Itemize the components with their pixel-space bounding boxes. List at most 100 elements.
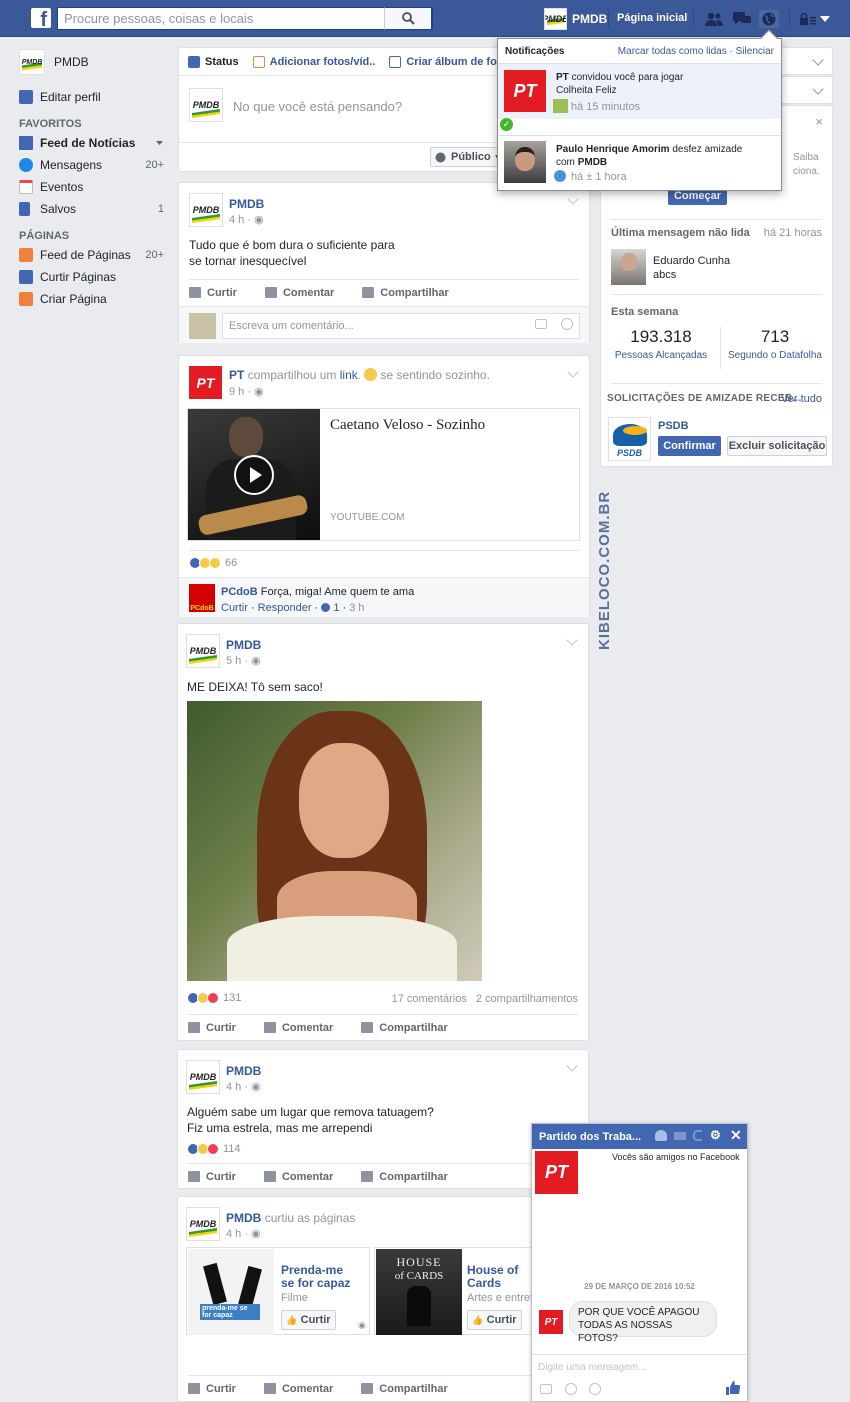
profile-avatar[interactable]: PMDB: [544, 8, 567, 30]
post-author[interactable]: PT: [229, 368, 244, 382]
account-menu-chevron-down-icon[interactable]: [818, 10, 832, 28]
comment-input[interactable]: Escreva um comentário...: [222, 313, 580, 339]
comment-button[interactable]: Comentar: [263, 1171, 333, 1183]
like-button[interactable]: Curtir: [188, 1383, 236, 1395]
phone-icon[interactable]: [693, 1130, 702, 1141]
post-photo[interactable]: [187, 701, 482, 981]
notifications-globe-icon[interactable]: [759, 10, 779, 28]
unread-name[interactable]: Eduardo Cunha: [653, 255, 730, 267]
chevron-down-icon[interactable]: [812, 54, 824, 66]
close-icon[interactable]: ✕: [730, 1127, 742, 1144]
composer-input[interactable]: No que você está pensando?: [233, 99, 402, 114]
post-author[interactable]: PMDB: [229, 197, 264, 211]
sidebar-item-pages-feed[interactable]: Feed de Páginas 20+: [19, 244, 167, 266]
camera-icon[interactable]: [540, 1384, 552, 1394]
emoji-icon[interactable]: [565, 1383, 577, 1395]
post-avatar[interactable]: PMDB: [189, 193, 223, 227]
sidebar-item-like-pages[interactable]: Curtir Páginas: [19, 266, 167, 288]
facebook-logo-icon[interactable]: f: [31, 8, 51, 28]
camera-icon[interactable]: [535, 319, 547, 329]
comment-author[interactable]: PCdoB: [221, 586, 258, 598]
eduardo-avatar[interactable]: [611, 249, 646, 285]
shares-count[interactable]: 2 compartilhamentos: [476, 993, 578, 1005]
comment-likes-count[interactable]: 1: [333, 602, 339, 614]
chat-header[interactable]: Partido dos Traba... ⚙ ✕: [532, 1124, 747, 1149]
chat-title[interactable]: Partido dos Traba...: [539, 1131, 641, 1143]
post-options-chevron-icon[interactable]: [567, 193, 579, 205]
post-time[interactable]: 4 h · ◉: [226, 1080, 261, 1093]
comment-like-link[interactable]: Curtir: [221, 602, 248, 614]
emoji-icon[interactable]: [561, 318, 573, 330]
sidebar-item-messages[interactable]: Mensagens 20+: [19, 154, 167, 176]
like-button[interactable]: Curtir: [188, 1022, 236, 1034]
profile-name-link[interactable]: PMDB: [572, 12, 607, 26]
friend-requests-icon[interactable]: [704, 10, 724, 28]
post-options-chevron-icon[interactable]: [567, 366, 579, 378]
attachment-icon[interactable]: [586, 1380, 604, 1398]
liked-page-card[interactable]: prenda-me se for capaz Prenda-me se for c…: [186, 1247, 370, 1335]
link-title[interactable]: Caetano Veloso - Sozinho: [330, 417, 485, 434]
see-all-link[interactable]: Ver tudo: [781, 393, 822, 405]
post-time[interactable]: 5 h · ◉: [226, 654, 261, 667]
chat-contact-avatar[interactable]: PT: [535, 1151, 578, 1194]
notification-item[interactable]: Paulo Henrique Amorim desfez amizade com…: [498, 135, 781, 191]
play-button-icon[interactable]: [234, 455, 274, 495]
comment-reply-link[interactable]: Responder: [258, 602, 312, 614]
post-avatar[interactable]: PMDB: [186, 1060, 220, 1094]
add-friend-icon[interactable]: [655, 1130, 667, 1141]
delete-request-button[interactable]: Excluir solicitação: [727, 436, 827, 456]
tab-status[interactable]: Status: [188, 55, 239, 68]
post-time[interactable]: 4 h · ◉: [229, 213, 264, 226]
post-avatar[interactable]: PMDB: [186, 1207, 220, 1241]
comment-button[interactable]: Comentar: [263, 1383, 333, 1395]
like-page-button[interactable]: 👍 Curtir: [467, 1310, 522, 1330]
post-author[interactable]: PMDB: [226, 1064, 261, 1078]
confirm-request-button[interactable]: Confirmar: [658, 436, 721, 456]
tab-create-album[interactable]: Criar álbum de foto: [389, 55, 507, 68]
reactions-summary[interactable]: 66: [189, 557, 237, 569]
chevron-down-icon[interactable]: [812, 83, 824, 95]
post-avatar[interactable]: PMDB: [186, 634, 220, 668]
post-avatar[interactable]: PT: [189, 366, 222, 399]
chevron-down-icon[interactable]: [156, 141, 163, 145]
like-button[interactable]: Curtir: [189, 287, 237, 299]
post-author[interactable]: PMDB: [226, 1211, 261, 1225]
search-button[interactable]: [384, 7, 432, 30]
sidebar-item-events[interactable]: Eventos: [19, 176, 167, 198]
thumbs-up-icon[interactable]: [726, 1381, 740, 1395]
audience-selector[interactable]: Público▼: [430, 147, 504, 167]
comments-count[interactable]: 17 comentários: [392, 993, 467, 1005]
mute-link[interactable]: Silenciar: [736, 46, 774, 57]
stat-reach[interactable]: 193.318 Pessoas Alcançadas: [609, 327, 713, 361]
page-title[interactable]: Prenda-me se for capaz: [281, 1264, 350, 1290]
reactions-summary[interactable]: 131: [187, 992, 241, 1004]
share-button[interactable]: Compartilhar: [362, 287, 449, 299]
psdb-avatar[interactable]: PSDB: [608, 417, 651, 461]
left-nav-profile[interactable]: PMDB PMDB: [19, 48, 167, 76]
pcdob-avatar[interactable]: PCdoB: [189, 584, 215, 612]
mark-all-read-link[interactable]: Marcar todas como lidas: [618, 46, 727, 57]
like-button[interactable]: Curtir: [188, 1171, 236, 1183]
share-button[interactable]: Compartilhar: [361, 1383, 448, 1395]
share-button[interactable]: Compartilhar: [361, 1022, 448, 1034]
like-page-button[interactable]: 👍 Curtir: [281, 1310, 336, 1330]
comment-button[interactable]: Comentar: [264, 287, 334, 299]
messages-icon[interactable]: [732, 10, 752, 28]
home-link[interactable]: Página inicial: [617, 12, 687, 24]
post-time[interactable]: 4 h · ◉: [226, 1227, 261, 1240]
post-options-chevron-icon[interactable]: [566, 1060, 578, 1072]
comment-button[interactable]: Comentar: [263, 1022, 333, 1034]
message-input[interactable]: Digite uma mensagem...: [538, 1362, 646, 1373]
post-author[interactable]: PMDB: [226, 638, 261, 652]
video-call-icon[interactable]: [674, 1132, 686, 1140]
search-input[interactable]: [58, 8, 388, 29]
privacy-lock-icon[interactable]: [798, 10, 818, 28]
settings-gear-icon[interactable]: ⚙: [710, 1128, 721, 1142]
share-button[interactable]: Compartilhar: [361, 1171, 448, 1183]
link-word[interactable]: link: [340, 368, 358, 382]
close-icon[interactable]: ×: [815, 114, 823, 129]
edit-profile-link[interactable]: Editar perfil: [19, 86, 167, 108]
stat-datafolha[interactable]: 713 Segundo o Datafolha: [723, 327, 827, 361]
post-time[interactable]: 9 h · ◉: [229, 385, 264, 398]
sidebar-item-saved[interactable]: Salvos 1: [19, 198, 167, 220]
